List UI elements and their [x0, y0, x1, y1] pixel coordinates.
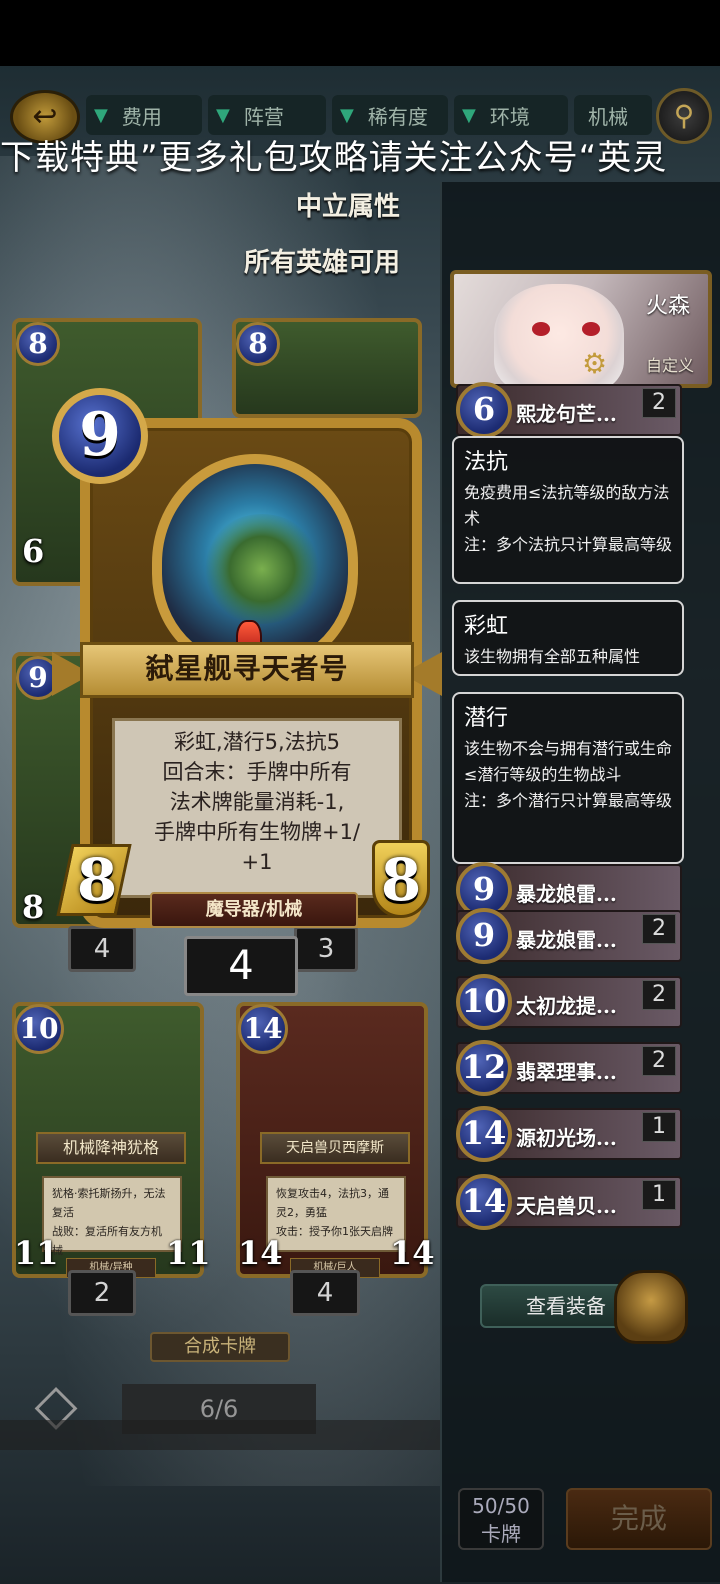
filter-faction-label: 阵营 — [243, 104, 284, 129]
card-attack: 8 — [22, 888, 45, 926]
card-count-badge: 2 — [68, 1270, 136, 1316]
deck-row-count: 2 — [642, 980, 676, 1010]
deck-card-count: 50/50 — [472, 1494, 530, 1518]
deck-row[interactable]: 6 熙龙句芒... 2 — [456, 382, 682, 438]
filter-environment-label: 环境 — [489, 104, 530, 129]
hero-portrait[interactable]: 火森 ⚙ 自定义 — [450, 270, 712, 388]
deck-row-name: 源初光场... — [516, 1126, 617, 1150]
deck-row-name: 太初龙提... — [516, 994, 617, 1018]
triangle-down-icon: ▼ — [216, 104, 230, 126]
card-name: 天启兽贝西摩斯 — [260, 1132, 410, 1164]
featured-card-text: 彩虹,潜行5,法抗5 回合末：手牌中所有 法术牌能量消耗-1, 手牌中所有生物牌… — [112, 718, 402, 898]
tooltip-spell-resist: 法抗 免疫费用≤法抗等级的敌方法术 注：多个法抗只计算最高等级 — [452, 436, 684, 584]
craft-card-button[interactable]: 合成卡牌 — [150, 1332, 290, 1362]
done-button[interactable]: 完成 — [566, 1488, 712, 1550]
deck-row-name: 熙龙句芒... — [516, 402, 617, 426]
magnifier-icon: ⚲ — [673, 99, 695, 132]
deck-row-count: 2 — [642, 388, 676, 418]
deck-row[interactable]: 14 天启兽贝... 1 — [456, 1174, 682, 1230]
deck-row-name: 暴龙娘雷... — [516, 882, 617, 906]
deck-row-name: 暴龙娘雷... — [516, 928, 617, 952]
attribute-neutral: 中立属性 — [295, 192, 400, 222]
deck-row[interactable]: 14 源初光场... 1 — [456, 1106, 682, 1162]
card-cost: 8 — [236, 322, 280, 366]
deck-row[interactable]: 10 太初龙提... 2 — [456, 974, 682, 1030]
deck-row-cost: 14 — [456, 1106, 512, 1162]
featured-card-name: 弑星舰寻天者号 — [145, 652, 349, 685]
deck-card-label: 卡牌 — [481, 1522, 521, 1546]
deck-row[interactable]: 12 翡翠理事... 2 — [456, 1040, 682, 1096]
helmet-icon[interactable] — [614, 1270, 688, 1344]
featured-card-health: 8 — [380, 846, 422, 914]
card-attack: 6 — [22, 532, 45, 570]
deck-row-count: 1 — [642, 1180, 676, 1210]
featured-card-name-ribbon: 弑星舰寻天者号 — [52, 636, 442, 704]
card-name: 机械降神犹格 — [36, 1132, 186, 1164]
deck-row[interactable]: 9 暴龙娘雷... 2 — [456, 908, 682, 964]
tooltip-rainbow: 彩虹 该生物拥有全部五种属性 — [452, 600, 684, 676]
featured-card-attack: 8 — [76, 846, 118, 914]
filter-environment[interactable]: ▼ 环境 — [454, 95, 568, 135]
collection-card-behemoth[interactable]: 14 天启兽贝西摩斯 恢复攻击4，法抗3，通灵2，勇猛 攻击：授予你1张天启牌 … — [236, 1002, 435, 1278]
triangle-down-icon: ▼ — [340, 104, 354, 126]
card-cost: 10 — [14, 1004, 64, 1054]
hero-eye — [532, 322, 550, 336]
deck-row-cost: 10 — [456, 974, 512, 1030]
deck-row-count: 2 — [642, 914, 676, 944]
hero-custom-label: 自定义 — [645, 356, 694, 375]
deck-card-total: 50/50 卡牌 — [458, 1488, 544, 1550]
deck-row-count: 2 — [642, 1046, 676, 1076]
triangle-down-icon: ▼ — [462, 104, 476, 126]
card-cost: 8 — [16, 322, 60, 366]
filter-faction[interactable]: ▼ 阵营 — [208, 95, 326, 135]
tooltip-body: 免疫费用≤法抗等级的敌方法术 注：多个法抗只计算最高等级 — [464, 483, 673, 554]
filter-cost-label: 费用 — [121, 104, 162, 129]
deck-row-count: 1 — [642, 1112, 676, 1142]
bottom-strip — [0, 1420, 440, 1450]
filter-machine[interactable]: 机械 — [574, 95, 652, 135]
filter-rarity-label: 稀有度 — [367, 104, 428, 129]
tooltip-body: 该生物不会与拥有潜行或生命≤潜行等级的生物战斗 注：多个潜行只计算最高等级 — [464, 739, 673, 810]
attribute-usable: 所有英雄可用 — [243, 248, 400, 278]
tooltip-title: 潜行 — [464, 706, 509, 731]
filter-cost[interactable]: ▼ 费用 — [86, 95, 202, 135]
featured-card-count: 4 — [184, 936, 298, 996]
tooltip-body: 该生物拥有全部五种属性 — [464, 647, 641, 666]
triangle-down-icon: ▼ — [94, 104, 108, 126]
deck-row-name: 天启兽贝... — [516, 1194, 617, 1218]
tooltip-title: 法抗 — [464, 450, 509, 475]
card-attack: 11 — [14, 1234, 59, 1272]
card-cost: 14 — [238, 1004, 288, 1054]
deck-row-cost: 14 — [456, 1174, 512, 1230]
card-attack: 14 — [238, 1234, 283, 1272]
featured-card: 9 弑星舰寻天者号 彩虹,潜行5,法抗5 回合末：手牌中所有 法术牌能量消耗-1… — [52, 388, 442, 996]
tooltip-title: 彩虹 — [464, 614, 509, 639]
promo-banner: 下载特典”更多礼包攻略请关注公众号“英灵 — [0, 138, 668, 178]
card-count-badge: 4 — [290, 1270, 360, 1316]
featured-card-tribe: 魔导器/机械 — [150, 892, 358, 928]
collection-card-mech-god[interactable]: 10 机械降神犹格 犹格·索托斯扬升，无法复活 战败：复活所有友方机械 机械/异… — [12, 1002, 211, 1278]
tooltip-stealth: 潜行 该生物不会与拥有潜行或生命≤潜行等级的生物战斗 注：多个潜行只计算最高等级 — [452, 692, 684, 864]
deck-row-cost: 12 — [456, 1040, 512, 1096]
filter-machine-label: 机械 — [588, 104, 628, 129]
card-health: 11 — [166, 1234, 211, 1272]
card-text: 犹格·索托斯扬升，无法复活 战败：复活所有友方机械 — [42, 1176, 182, 1257]
deck-row-name: 翡翠理事... — [516, 1060, 617, 1084]
gear-icon[interactable]: ⚙ — [582, 347, 607, 380]
deck-row-cost: 9 — [456, 908, 512, 964]
card-text: 恢复攻击4，法抗3，通灵2，勇猛 攻击：授予你1张天启牌 — [266, 1176, 406, 1252]
hero-eye — [582, 322, 600, 336]
hero-name: 火森 — [645, 294, 690, 319]
card-health: 14 — [390, 1234, 435, 1272]
deck-row-cost: 6 — [456, 382, 512, 438]
filter-rarity[interactable]: ▼ 稀有度 — [332, 95, 448, 135]
featured-card-cost: 9 — [52, 388, 148, 484]
